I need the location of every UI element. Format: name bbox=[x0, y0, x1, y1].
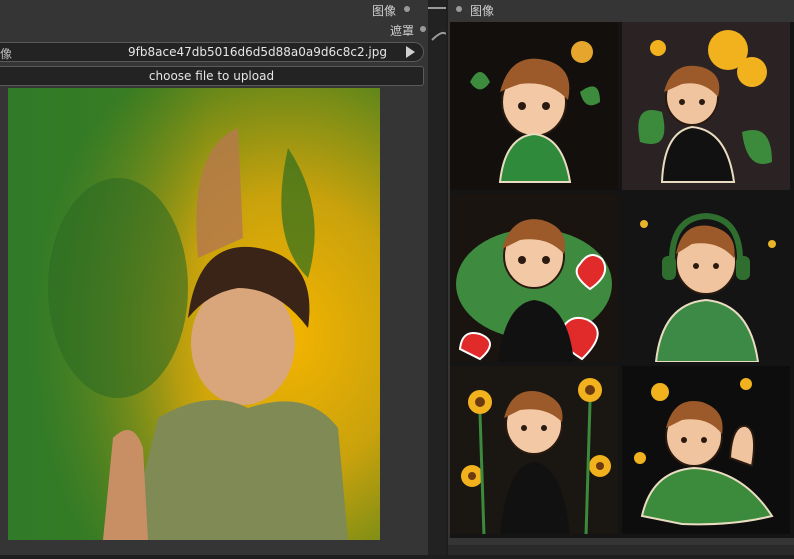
input-image-socket[interactable] bbox=[456, 6, 462, 12]
upload-button[interactable]: choose file to upload bbox=[0, 66, 424, 86]
next-arrow-icon[interactable] bbox=[406, 46, 415, 58]
output-mask-label: 遮罩 bbox=[389, 24, 414, 38]
preview-cell-6[interactable] bbox=[622, 366, 790, 534]
preview-grid bbox=[450, 22, 794, 538]
output-image-label: 图像 bbox=[371, 4, 396, 18]
boy-hearts-sticker-icon bbox=[456, 219, 612, 362]
input-image-label: 图像 bbox=[470, 4, 495, 18]
photo-image bbox=[8, 88, 380, 540]
image-select-widget[interactable]: 像 9fb8ace47db5016d6d5d88a0a9d6c8c2.jpg bbox=[0, 42, 424, 62]
preview-cell-5[interactable] bbox=[450, 366, 618, 534]
preview-cell-3[interactable] bbox=[450, 194, 618, 362]
image-filename: 9fb8ace47db5016d6d5d88a0a9d6c8c2.jpg bbox=[128, 45, 387, 59]
preview-cell-1[interactable] bbox=[450, 22, 618, 190]
boy-balloons-dark-sticker-icon bbox=[638, 30, 772, 183]
loaded-photo-preview bbox=[8, 88, 380, 540]
link-wire bbox=[427, 6, 447, 41]
canvas-gap bbox=[427, 0, 447, 555]
load-image-node: 图像 遮罩 像 9fb8ace47db5016d6d5d88a0a9d6c8c2… bbox=[0, 0, 428, 555]
boy-headphones-sticker-icon bbox=[640, 212, 776, 362]
preview-node-footer bbox=[448, 545, 794, 555]
boy-waving-sticker-icon bbox=[634, 378, 774, 526]
preview-cell-2[interactable] bbox=[622, 22, 790, 190]
boy-green-jacket-leaves-sticker-icon bbox=[470, 41, 600, 183]
boy-sunflowers-sticker-icon bbox=[461, 378, 611, 534]
output-mask-socket[interactable] bbox=[420, 26, 426, 32]
image-widget-label: 像 bbox=[0, 47, 13, 61]
preview-cell-4[interactable] bbox=[622, 194, 790, 362]
output-image-socket[interactable] bbox=[404, 6, 410, 12]
